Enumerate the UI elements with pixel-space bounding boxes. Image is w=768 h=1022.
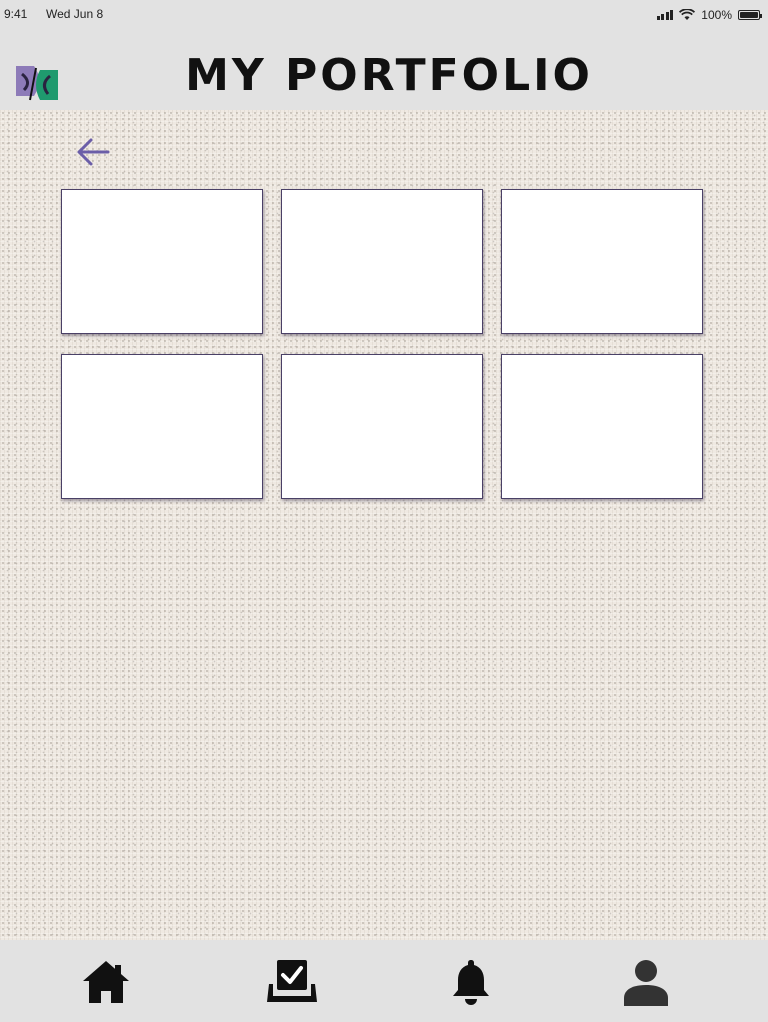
nav-home-button[interactable] (76, 954, 136, 1010)
cellular-signal-icon (656, 10, 674, 20)
wifi-icon (679, 9, 696, 20)
checkbox-tray-icon (267, 960, 317, 1002)
portfolio-tile[interactable] (281, 189, 483, 334)
header: MY PORTFOLIO (0, 30, 768, 110)
portfolio-grid (61, 189, 703, 499)
home-icon (83, 961, 129, 1003)
status-bar: 9:41 Wed Jun 8 100% (0, 0, 768, 30)
portfolio-tile[interactable] (61, 354, 263, 499)
battery-icon (738, 10, 762, 20)
portfolio-tile[interactable] (501, 354, 703, 499)
portfolio-tile[interactable] (281, 354, 483, 499)
portfolio-tile[interactable] (501, 189, 703, 334)
page-title: MY PORTFOLIO (185, 50, 593, 101)
nav-notifications-button[interactable] (441, 954, 501, 1010)
status-date: Wed Jun 8 (46, 7, 104, 21)
battery-percent: 100% (701, 8, 732, 22)
arrow-left-icon (77, 138, 110, 166)
bell-icon (453, 960, 489, 1005)
status-time: 9:41 (4, 7, 28, 21)
nav-profile-button[interactable] (616, 954, 676, 1010)
nav-tasks-button[interactable] (262, 954, 322, 1010)
bottom-nav (0, 940, 768, 1022)
status-indicators: 100% (656, 8, 762, 22)
back-button[interactable] (72, 132, 112, 172)
portfolio-tile[interactable] (61, 189, 263, 334)
user-icon (624, 960, 668, 1006)
